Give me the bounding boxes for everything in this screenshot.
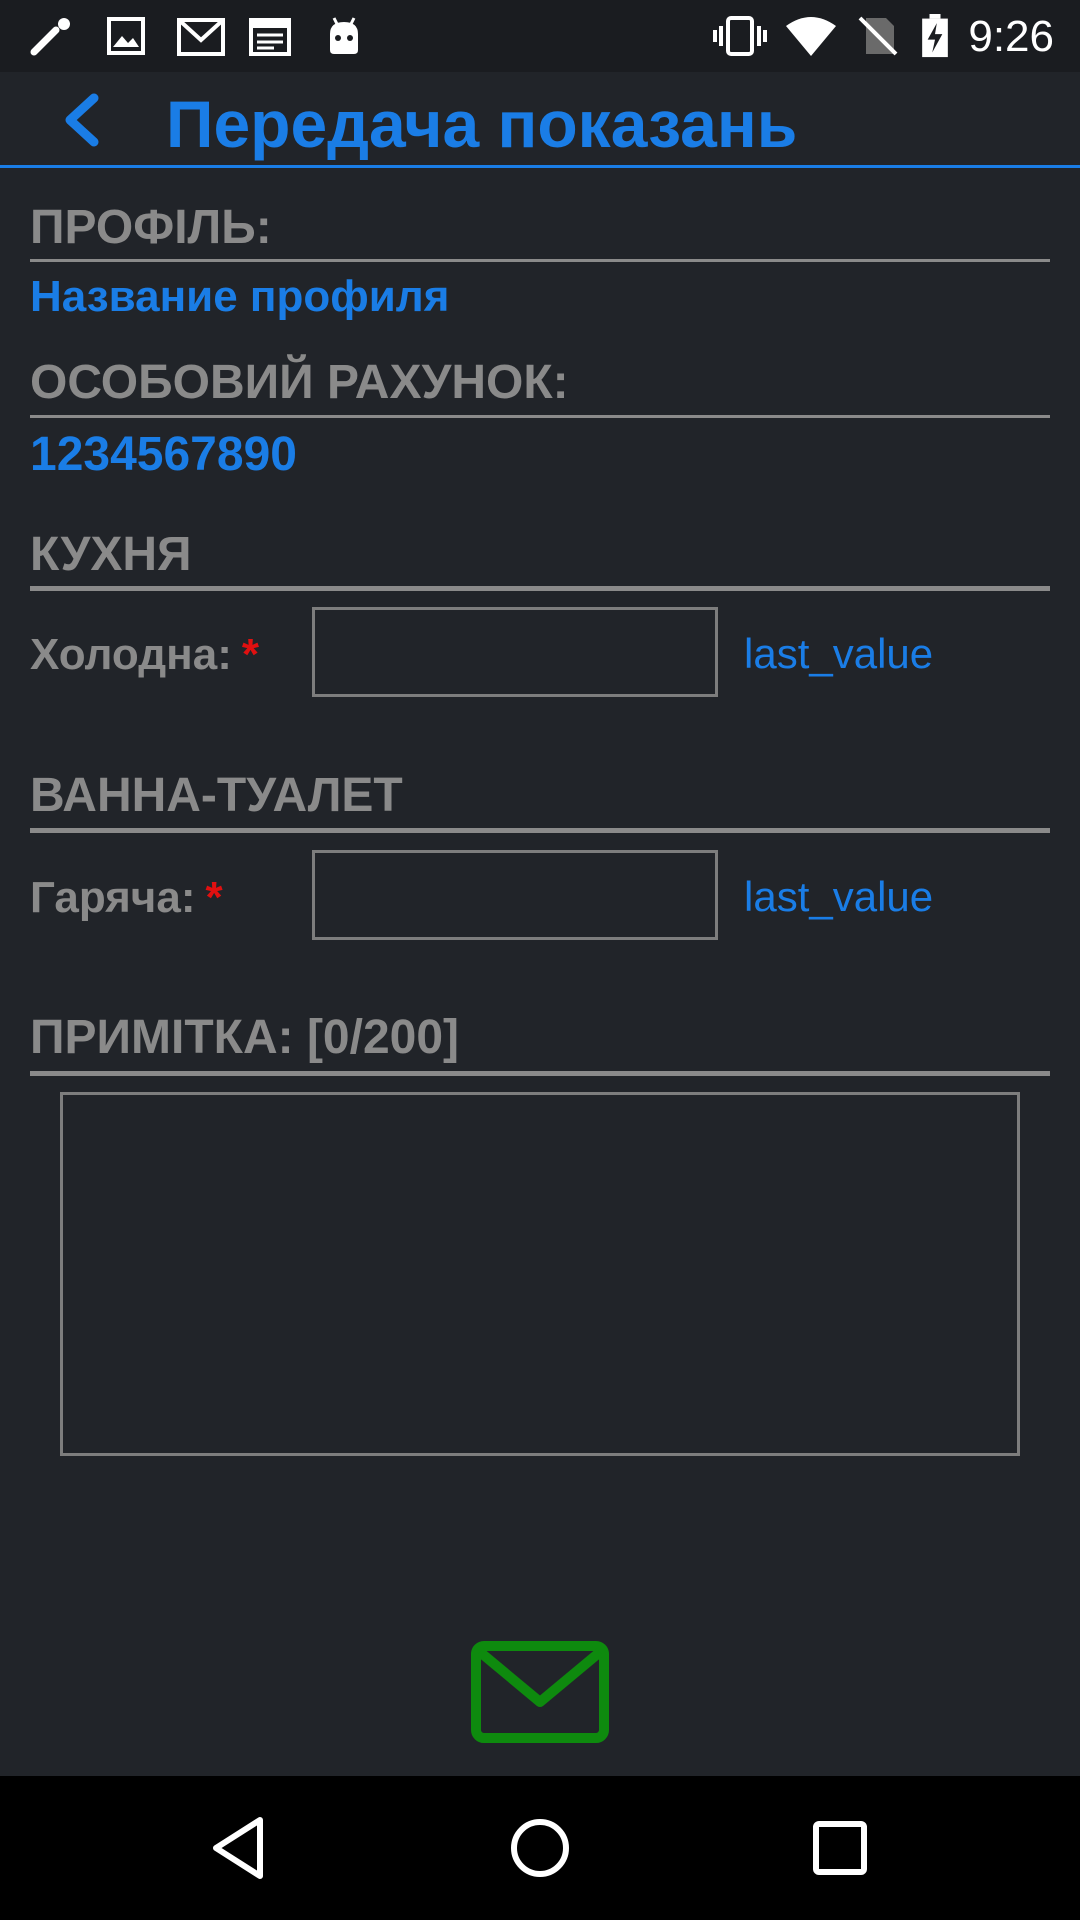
back-triangle-icon[interactable] — [204, 1812, 276, 1884]
navigation-bar — [0, 1776, 1080, 1920]
bathroom-divider — [30, 828, 1050, 833]
required-mark: * — [241, 630, 259, 679]
cold-water-label-text: Холодна: — [30, 630, 232, 679]
required-mark: * — [205, 873, 223, 922]
kitchen-divider — [30, 586, 1050, 591]
home-circle-icon[interactable] — [504, 1812, 576, 1884]
android-icon — [330, 17, 358, 54]
wifi-icon — [786, 17, 836, 56]
account-label: ОСОБОВИЙ РАХУНОК: — [30, 356, 569, 409]
cold-water-last-value: last_value — [744, 630, 934, 677]
note-textarea[interactable] — [60, 1092, 1020, 1456]
wrench-icon — [30, 18, 70, 56]
image-icon — [107, 17, 145, 55]
envelope-icon[interactable] — [470, 1640, 610, 1744]
status-time: 9:26 — [968, 12, 1054, 61]
hot-water-input[interactable] — [312, 850, 718, 940]
page-title: Передача показань — [166, 87, 798, 161]
app-bar: Передача показань — [0, 72, 1080, 168]
hot-water-label: Гаряча: * — [30, 873, 223, 923]
gmail-icon — [177, 18, 225, 56]
vibrate-icon — [713, 16, 767, 56]
hot-water-label-text: Гаряча: — [30, 873, 196, 922]
note-divider — [30, 1071, 1050, 1076]
profile-divider — [30, 259, 1050, 262]
status-bar: 9:26 — [0, 0, 1080, 72]
cold-water-label: Холодна: * — [30, 630, 259, 680]
screen: 9:26 Передача показань ПРОФІЛЬ: Название… — [0, 0, 1080, 1920]
recents-square-icon[interactable] — [804, 1812, 876, 1884]
profile-label: ПРОФІЛЬ: — [30, 201, 272, 254]
battery-charging-icon — [922, 14, 948, 58]
no-signal-icon — [858, 16, 898, 56]
section-title-bathroom: ВАННА-ТУАЛЕТ — [30, 769, 403, 822]
chevron-left-icon[interactable] — [52, 90, 112, 150]
section-title-kitchen: КУХНЯ — [30, 528, 192, 581]
account-value: 1234567890 — [30, 428, 297, 481]
profile-value: Название профиля — [30, 272, 450, 321]
note-label: ПРИМІТКА: [0/200] — [30, 1011, 460, 1064]
calendar-icon — [249, 18, 291, 56]
cold-water-input[interactable] — [312, 607, 718, 697]
hot-water-last-value: last_value — [744, 873, 934, 920]
account-divider — [30, 415, 1050, 418]
